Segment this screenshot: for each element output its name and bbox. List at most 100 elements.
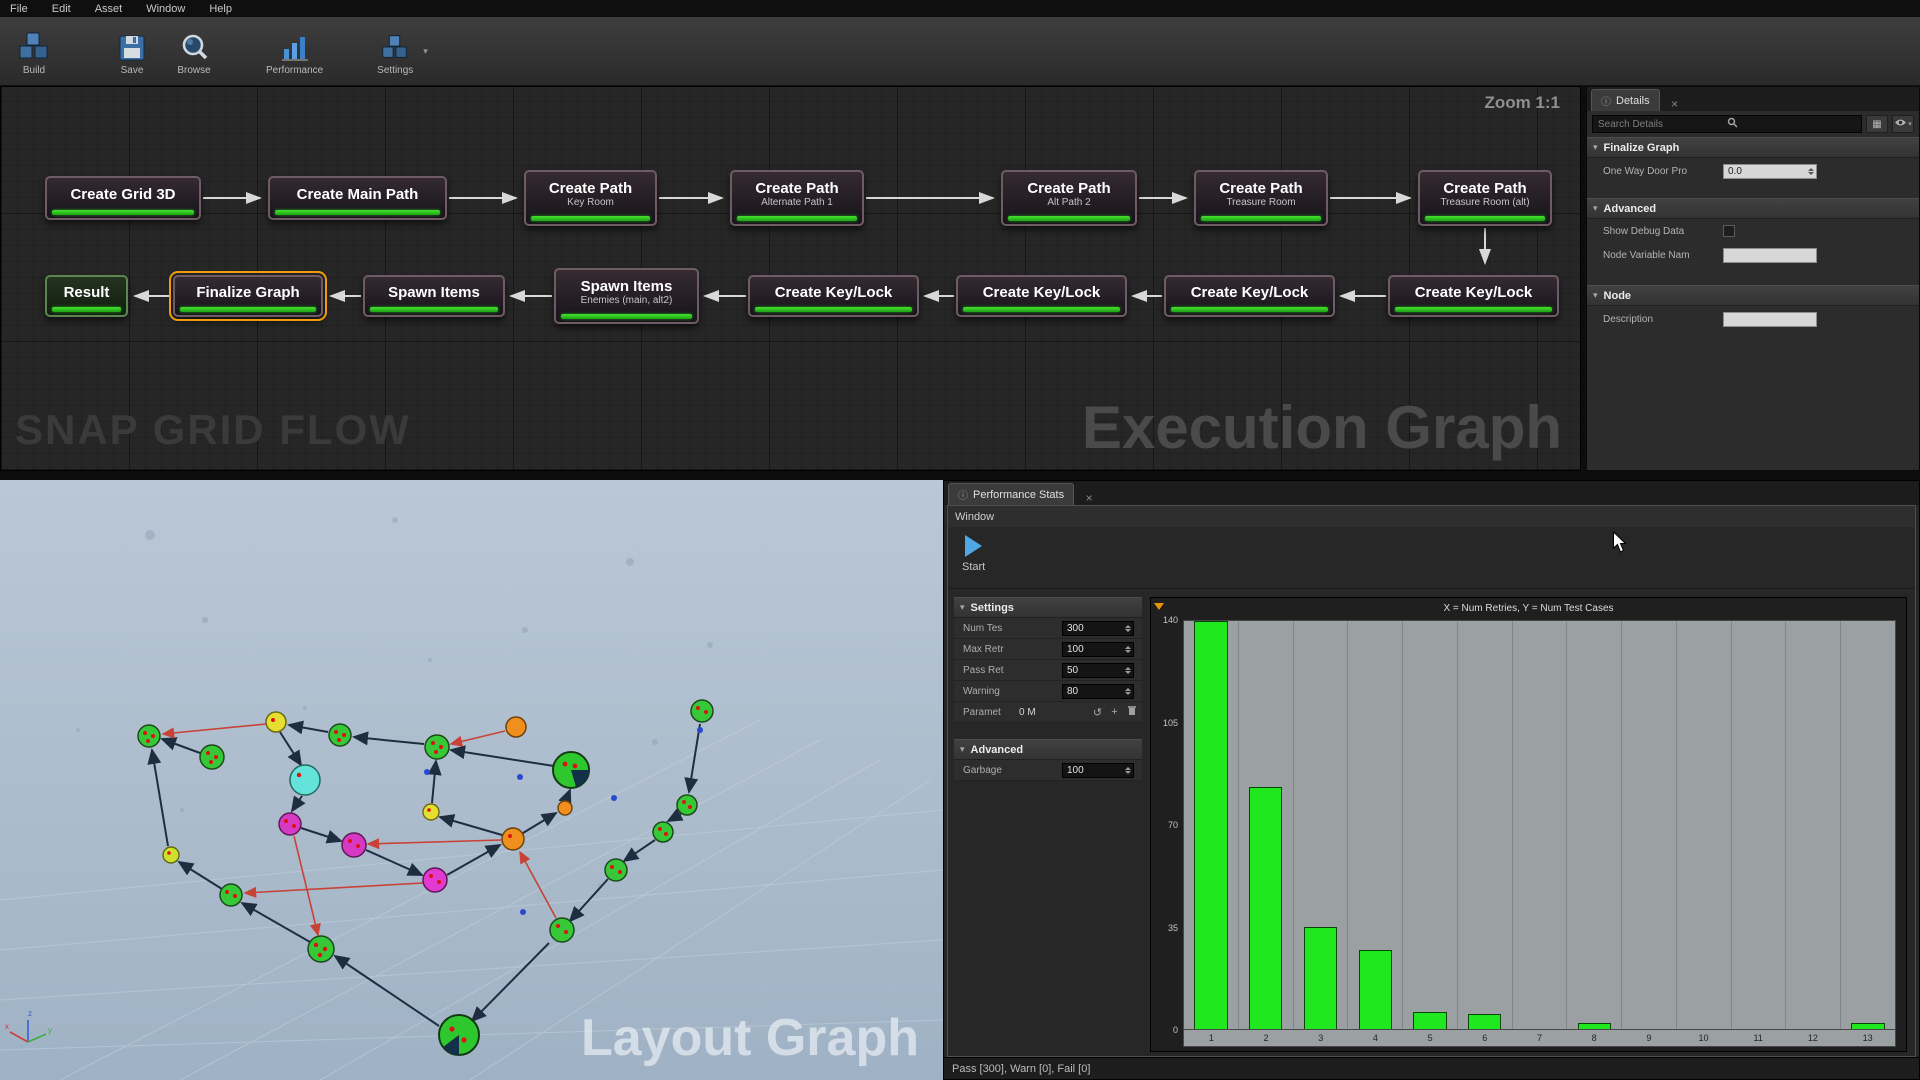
- settings-button[interactable]: Settings: [369, 20, 421, 82]
- spinner[interactable]: [1123, 664, 1132, 677]
- menu-file[interactable]: File: [10, 3, 28, 15]
- layout-node-orange[interactable]: [506, 717, 526, 737]
- spinner-down-icon[interactable]: [1125, 650, 1131, 653]
- layout-node-green[interactable]: [677, 795, 697, 815]
- layout-node-green[interactable]: [425, 735, 449, 759]
- view-options-button[interactable]: ▾: [1892, 115, 1914, 133]
- max-retries-input[interactable]: 100: [1062, 642, 1134, 657]
- performance-close-icon[interactable]: ×: [1082, 491, 1096, 505]
- description-input[interactable]: [1723, 312, 1817, 327]
- spinner-up-icon[interactable]: [1125, 625, 1131, 628]
- pass-retries-input[interactable]: 50: [1062, 663, 1134, 678]
- tab-details[interactable]: ⓘ Details: [1591, 89, 1660, 111]
- menu-help[interactable]: Help: [209, 3, 232, 15]
- layout-node-green[interactable]: [653, 822, 673, 842]
- layout-node-magenta[interactable]: [423, 868, 447, 892]
- execution-graph-panel[interactable]: Create Grid 3D Create Main Path Create P…: [0, 86, 1581, 471]
- spinner-down-icon[interactable]: [1125, 692, 1131, 695]
- layout-node-green[interactable]: [550, 918, 574, 942]
- spinner-up-icon[interactable]: [1125, 767, 1131, 770]
- layout-node-yellow-small[interactable]: [423, 804, 439, 820]
- node-variable-name-input[interactable]: [1723, 248, 1817, 263]
- layout-node-orange-small[interactable]: [558, 801, 572, 815]
- graph-node-finalize-graph[interactable]: Finalize Graph: [173, 275, 323, 317]
- show-debug-data-checkbox[interactable]: [1723, 225, 1735, 237]
- browse-button[interactable]: Browse: [168, 20, 220, 82]
- layout-node-cyan[interactable]: [290, 765, 320, 795]
- settings-dropdown-icon[interactable]: ▾: [423, 46, 428, 57]
- graph-node-create-grid-3d[interactable]: Create Grid 3D: [45, 176, 201, 220]
- graph-node-create-path-alt-path-2[interactable]: Create Path Alt Path 2: [1001, 170, 1137, 226]
- spinner-up-icon[interactable]: [1125, 667, 1131, 670]
- trash-icon[interactable]: [1125, 705, 1138, 719]
- menu-window[interactable]: Window: [146, 3, 185, 15]
- spinner-up-icon[interactable]: [1125, 688, 1131, 691]
- spinner-down-icon[interactable]: [1125, 671, 1131, 674]
- performance-button[interactable]: Performance: [266, 20, 323, 82]
- spinner-up-icon[interactable]: [1125, 646, 1131, 649]
- chart-body: 03570105140 12345678910111213: [1151, 618, 1906, 1051]
- graph-node-create-key-lock-1[interactable]: Create Key/Lock: [748, 275, 919, 317]
- tab-performance-stats[interactable]: ⓘ Performance Stats: [948, 483, 1074, 505]
- menu-asset[interactable]: Asset: [95, 3, 123, 15]
- graph-node-create-path-key-room[interactable]: Create Path Key Room: [524, 170, 657, 226]
- search-details-input[interactable]: Search Details: [1592, 115, 1862, 133]
- section-node[interactable]: ▾ Node: [1587, 285, 1919, 306]
- layout-graph-viewport[interactable]: z x y Layout Graph: [0, 480, 943, 1080]
- retries-chart: X = Num Retries, Y = Num Test Cases 0357…: [1150, 597, 1907, 1052]
- layout-node-green-large[interactable]: [439, 1015, 479, 1055]
- spinner[interactable]: [1123, 764, 1132, 777]
- collapse-icon: ▾: [1593, 290, 1598, 301]
- num-tests-input[interactable]: 300: [1062, 621, 1134, 636]
- graph-node-create-path-alternate-path-1[interactable]: Create Path Alternate Path 1: [730, 170, 864, 226]
- warning-input[interactable]: 80: [1062, 684, 1134, 699]
- start-button[interactable]: Start: [962, 535, 985, 573]
- pass-retries-value: 50: [1067, 665, 1078, 676]
- layout-node-orange[interactable]: [502, 828, 524, 850]
- add-icon[interactable]: +: [1108, 706, 1121, 718]
- graph-node-result[interactable]: Result: [45, 275, 128, 317]
- graph-node-create-path-treasure-room-alt[interactable]: Create Path Treasure Room (alt): [1418, 170, 1552, 226]
- spinner-down-icon[interactable]: [1125, 629, 1131, 632]
- layout-node-yellow-small[interactable]: [163, 847, 179, 863]
- layout-node-green-large[interactable]: [553, 752, 589, 788]
- layout-node-green[interactable]: [220, 884, 242, 906]
- spinner[interactable]: [1123, 622, 1132, 635]
- layout-node-green[interactable]: [138, 725, 160, 747]
- property-matrix-button[interactable]: ▦: [1866, 115, 1888, 133]
- section-finalize-graph[interactable]: ▾ Finalize Graph: [1587, 137, 1919, 158]
- graph-node-spawn-items[interactable]: Spawn Items: [363, 275, 505, 317]
- one-way-door-input[interactable]: 0.0: [1723, 164, 1817, 179]
- layout-node-green[interactable]: [605, 859, 627, 881]
- garbage-input[interactable]: 100: [1062, 763, 1134, 778]
- build-button[interactable]: Build: [8, 20, 60, 82]
- save-button[interactable]: Save: [106, 20, 158, 82]
- menu-edit[interactable]: Edit: [52, 3, 71, 15]
- layout-node-yellow[interactable]: [266, 712, 286, 732]
- graph-node-create-main-path[interactable]: Create Main Path: [268, 176, 447, 220]
- chart-x-labels: 12345678910111213: [1183, 1030, 1896, 1047]
- browse-label: Browse: [177, 65, 210, 76]
- details-close-icon[interactable]: ×: [1668, 97, 1682, 111]
- layout-node-green[interactable]: [329, 724, 351, 746]
- graph-node-create-key-lock-2[interactable]: Create Key/Lock: [956, 275, 1127, 317]
- graph-node-spawn-items-enemies[interactable]: Spawn Items Enemies (main, alt2): [554, 268, 699, 324]
- spinner[interactable]: [1123, 643, 1132, 656]
- graph-node-create-path-treasure-room[interactable]: Create Path Treasure Room: [1194, 170, 1328, 226]
- spinner-up-icon[interactable]: [1808, 168, 1814, 171]
- section-settings[interactable]: ▾ Settings: [954, 597, 1142, 618]
- layout-node-magenta[interactable]: [342, 833, 366, 857]
- spinner[interactable]: [1806, 165, 1815, 178]
- spinner-down-icon[interactable]: [1125, 771, 1131, 774]
- graph-node-create-key-lock-4[interactable]: Create Key/Lock: [1388, 275, 1559, 317]
- layout-node-green[interactable]: [691, 700, 713, 722]
- graph-node-create-key-lock-3[interactable]: Create Key/Lock: [1164, 275, 1335, 317]
- spinner[interactable]: [1123, 685, 1132, 698]
- layout-node-magenta[interactable]: [279, 813, 301, 835]
- section-perf-advanced[interactable]: ▾ Advanced: [954, 739, 1142, 760]
- section-advanced[interactable]: ▾ Advanced: [1587, 198, 1919, 219]
- layout-node-green[interactable]: [308, 936, 334, 962]
- reset-icon[interactable]: ↺: [1091, 706, 1104, 719]
- layout-node-green[interactable]: [200, 745, 224, 769]
- spinner-down-icon[interactable]: [1808, 172, 1814, 175]
